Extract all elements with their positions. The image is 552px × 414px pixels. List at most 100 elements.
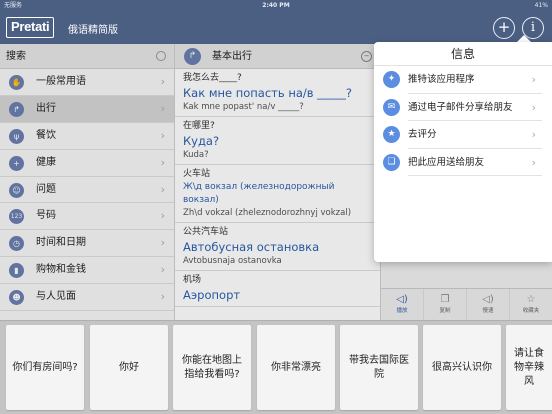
category-header: ↱ 基本出行 − bbox=[175, 44, 380, 69]
chevron-right-icon: › bbox=[531, 100, 536, 114]
chevron-right-icon: › bbox=[160, 128, 165, 142]
app-title: 俄语精简版 bbox=[68, 25, 118, 36]
slow-label: 慢速 bbox=[482, 308, 494, 314]
speaker-slow-icon: ◁) bbox=[482, 294, 494, 305]
arrow-turn-icon: ↱ bbox=[184, 48, 201, 65]
handshake-icon: ✋ bbox=[9, 75, 24, 90]
info-popover: 信息 ✦ 推特该应用程序 › ✉ 通过电子邮件分享给朋友 › ★ 去评分 › ❏ 把此应用送给… bbox=[374, 42, 552, 262]
chevron-right-icon: › bbox=[531, 73, 536, 86]
phrase-card[interactable]: 请让食物辛辣风 bbox=[506, 325, 552, 410]
chevron-right-icon: › bbox=[531, 128, 536, 141]
phrase-russian: Аэропорт bbox=[183, 288, 241, 302]
search-icon[interactable] bbox=[156, 51, 166, 61]
email-share-item[interactable]: ✉ 通过电子邮件分享给朋友 › bbox=[374, 94, 552, 121]
phrase-russian: Автобусная остановка bbox=[183, 240, 320, 254]
search-label: 搜索 bbox=[6, 51, 26, 62]
status-bar: 无服务 2:40 PM 41% bbox=[0, 0, 552, 11]
sidebar-item-label: 与人见面 bbox=[36, 291, 76, 303]
chevron-right-icon: › bbox=[160, 236, 165, 250]
phrase-card[interactable]: 你非常漂亮 bbox=[257, 325, 335, 410]
phrase-russian: Ж\д вокзал (железнодорожный вокзал) bbox=[183, 182, 335, 205]
copy-icon: ❐ bbox=[440, 294, 450, 305]
phrase-chinese: 机场 bbox=[183, 275, 202, 285]
phrase-card[interactable]: 很高兴认识你 bbox=[423, 325, 501, 410]
phrase-row[interactable]: 我怎么去____? Как мне попасть на/в _____? Ka… bbox=[175, 69, 380, 117]
category-sidebar: 搜索 ✋ 一般常用语 › ↱ 出行 › ψ 餐饮 › + 健康 › ☺ 问题 › 123 号码 › ◷ 时… bbox=[0, 44, 175, 320]
sidebar-item-label: 餐饮 bbox=[36, 129, 56, 141]
sidebar-item-label: 问题 bbox=[36, 183, 56, 195]
sidebar-item-questions[interactable]: ☺ 问题 › bbox=[0, 177, 174, 204]
phrase-row[interactable]: 火车站 Ж\д вокзал (железнодорожный вокзал) … bbox=[175, 165, 380, 223]
phrase-chinese: 火车站 bbox=[183, 169, 211, 179]
sidebar-item-shopping[interactable]: ▮ 购物和金钱 › bbox=[0, 257, 174, 285]
copy-label: 复制 bbox=[439, 308, 451, 314]
play-button[interactable]: ◁) 播放 bbox=[381, 289, 424, 320]
sidebar-item-label: 号码 bbox=[36, 210, 56, 222]
rate-app-item[interactable]: ★ 去评分 › bbox=[374, 121, 552, 149]
phrase-cards-tray: 你们有房间吗? 你好 你能在地图上指给我看吗? 你非常漂亮 带我去国际医院 很高… bbox=[0, 320, 552, 414]
chevron-right-icon: › bbox=[160, 155, 165, 169]
twitter-icon: ✦ bbox=[383, 71, 400, 88]
shopping-icon: ▮ bbox=[9, 263, 24, 279]
fork-icon: ψ bbox=[9, 128, 24, 144]
playback-toolbar: ◁) 播放 ❐ 复制 ◁) 慢速 ☆ 收藏夹 bbox=[381, 288, 552, 320]
numbers-icon: 123 bbox=[9, 209, 24, 225]
gift-app-item[interactable]: ❏ 把此应用送给朋友 › bbox=[374, 149, 552, 176]
sidebar-item-label: 时间和日期 bbox=[36, 237, 86, 249]
chevron-right-icon: › bbox=[160, 75, 165, 88]
phrase-card[interactable]: 带我去国际医院 bbox=[340, 325, 418, 410]
mail-icon: ✉ bbox=[383, 98, 400, 116]
chevron-right-icon: › bbox=[160, 209, 165, 223]
app-logo: Pretati bbox=[6, 17, 55, 38]
star-outline-icon: ☆ bbox=[526, 294, 536, 305]
speaker-icon: ◁) bbox=[396, 294, 408, 305]
people-icon: ☻ bbox=[9, 290, 24, 306]
slow-button[interactable]: ◁) 慢速 bbox=[467, 289, 510, 320]
phrase-transliteration: Kak mne popast' na/v _____? bbox=[183, 102, 304, 112]
sidebar-item-travel[interactable]: ↱ 出行 › bbox=[0, 95, 174, 123]
popover-item-label: 去评分 bbox=[408, 129, 437, 140]
chevron-right-icon: › bbox=[160, 182, 165, 196]
phrase-transliteration: Zh\d vokzal (zheleznodorozhnyj vokzal) bbox=[183, 208, 352, 218]
phrase-russian: Как мне попасть на/в _____? bbox=[183, 86, 353, 100]
close-icon[interactable]: − bbox=[361, 51, 372, 62]
phrase-card[interactable]: 你好 bbox=[90, 325, 168, 410]
phrase-russian: Куда? bbox=[183, 134, 220, 148]
play-label: 播放 bbox=[396, 308, 408, 314]
phrase-chinese: 我怎么去____? bbox=[183, 73, 242, 83]
arrow-turn-icon: ↱ bbox=[9, 101, 24, 117]
popover-item-label: 通过电子邮件分享给朋友 bbox=[408, 101, 513, 113]
phrase-row[interactable]: 在哪里? Куда? Kuda? bbox=[175, 117, 380, 165]
sidebar-item-label: 购物和金钱 bbox=[36, 264, 86, 276]
gift-icon: ❏ bbox=[383, 153, 400, 171]
sidebar-item-time-date[interactable]: ◷ 时间和日期 › bbox=[0, 230, 174, 258]
battery-level: 41% bbox=[534, 2, 548, 9]
star-icon: ★ bbox=[383, 126, 400, 143]
phrase-transliteration: Kuda? bbox=[183, 150, 209, 160]
tweet-app-item[interactable]: ✦ 推特该应用程序 › bbox=[374, 66, 552, 94]
category-title: 基本出行 bbox=[212, 51, 252, 62]
chevron-right-icon: › bbox=[160, 263, 165, 277]
chevron-right-icon: › bbox=[531, 155, 536, 169]
phrase-card[interactable]: 你能在地图上指给我看吗? bbox=[173, 325, 251, 410]
sidebar-item-health[interactable]: + 健康 › bbox=[0, 150, 174, 177]
search-bar[interactable]: 搜索 bbox=[0, 44, 174, 69]
sidebar-item-general[interactable]: ✋ 一般常用语 › bbox=[0, 69, 174, 96]
popover-item-label: 推特该应用程序 bbox=[408, 74, 475, 85]
phrase-row[interactable]: 公共汽车站 Автобусная остановка Avtobusnaja o… bbox=[175, 223, 380, 271]
clock-icon: ◷ bbox=[9, 236, 24, 252]
phrase-card[interactable]: 你们有房间吗? bbox=[6, 325, 84, 410]
smiley-icon: ☺ bbox=[9, 182, 24, 198]
sidebar-item-label: 出行 bbox=[36, 102, 56, 114]
copy-button[interactable]: ❐ 复制 bbox=[424, 289, 467, 320]
chevron-right-icon: › bbox=[160, 101, 165, 115]
sidebar-item-numbers[interactable]: 123 号码 › bbox=[0, 203, 174, 231]
sidebar-item-dining[interactable]: ψ 餐饮 › bbox=[0, 123, 174, 150]
add-icon[interactable]: + bbox=[493, 17, 515, 39]
phrase-list: ↱ 基本出行 − 我怎么去____? Как мне попасть на/в … bbox=[175, 44, 380, 320]
phrase-row[interactable]: 机场 Аэропорт bbox=[175, 271, 380, 307]
sidebar-item-meeting[interactable]: ☻ 与人见面 › bbox=[0, 284, 174, 312]
sidebar-item-label: 健康 bbox=[36, 156, 56, 168]
favorite-button[interactable]: ☆ 收藏夹 bbox=[510, 289, 552, 320]
health-icon: + bbox=[9, 155, 24, 171]
